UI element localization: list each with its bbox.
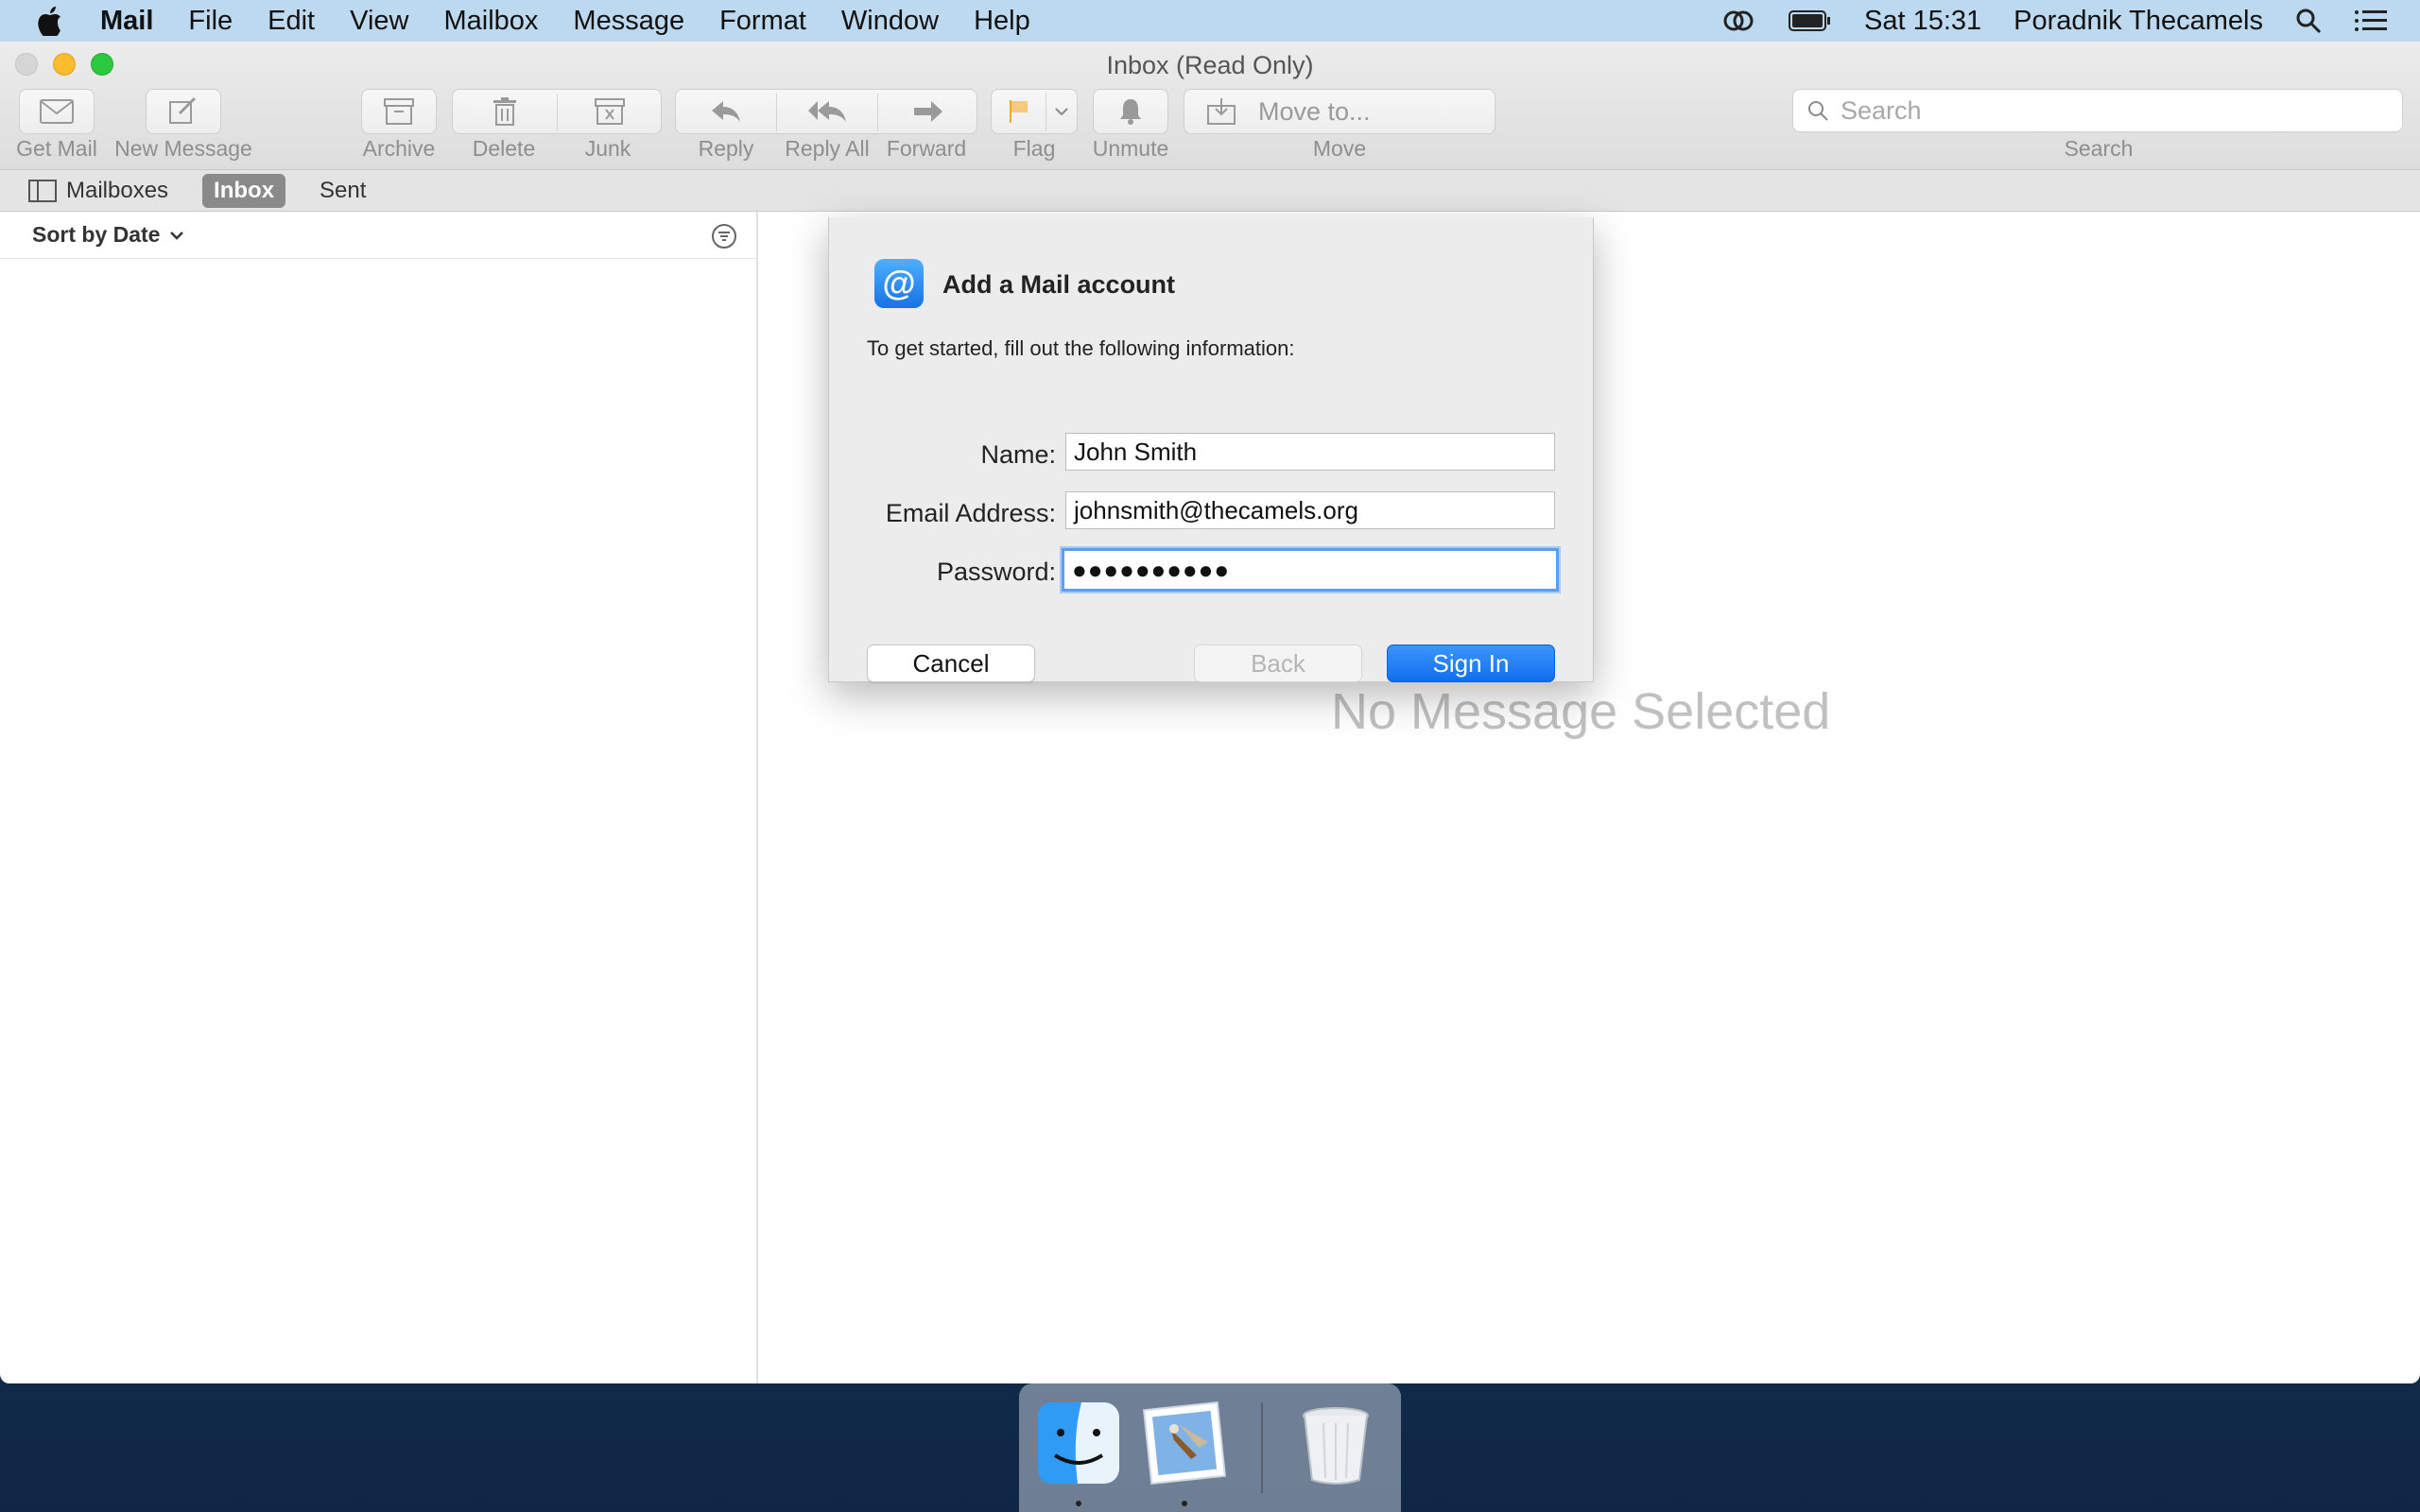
sidebar-icon [28, 179, 57, 202]
junk-button[interactable] [558, 90, 662, 133]
reply-label: Reply [698, 136, 754, 161]
dialog-title: Add a Mail account [942, 270, 1176, 299]
menu-help[interactable]: Help [974, 6, 1030, 37]
email-field[interactable]: johnsmith@thecamels.org [1065, 491, 1555, 529]
envelope-icon [40, 99, 74, 124]
delete-label: Delete [472, 136, 536, 161]
favorite-inbox[interactable]: Inbox [202, 173, 286, 208]
menu-clock[interactable]: Sat 15:31 [1864, 6, 1981, 37]
menu-format[interactable]: Format [719, 6, 806, 37]
unmute-button[interactable] [1093, 89, 1168, 134]
sort-label: Sort by Date [32, 222, 161, 247]
trash-icon[interactable] [1293, 1400, 1378, 1486]
forward-icon [914, 101, 942, 122]
cancel-button[interactable]: Cancel [867, 644, 1035, 682]
reply-all-label: Reply All [785, 136, 870, 161]
menu-view[interactable]: View [350, 6, 408, 37]
menu-file[interactable]: File [188, 6, 233, 37]
password-field[interactable]: ●●●●●●●●●● [1062, 548, 1559, 592]
password-value: ●●●●●●●●●● [1072, 555, 1231, 584]
name-label: Name: [980, 440, 1056, 469]
reply-all-icon [808, 101, 846, 122]
delete-button[interactable] [453, 90, 557, 133]
menu-message[interactable]: Message [573, 6, 684, 37]
sort-by-date-button[interactable]: Sort by Date [32, 222, 184, 248]
dock-separator [1261, 1402, 1263, 1493]
move-to-placeholder: Move to... [1258, 96, 1371, 126]
favorites-bar: Mailboxes Inbox Sent [0, 170, 2420, 212]
unmute-label: Unmute [1092, 136, 1169, 161]
archive-icon [384, 98, 414, 125]
new-message-label: New Message [114, 136, 252, 161]
search-placeholder: Search [1841, 95, 1922, 125]
flag-button[interactable] [991, 89, 1078, 134]
sort-bar: Sort by Date [0, 212, 756, 259]
mail-window: Inbox (Read Only) Get Mail New Message A… [0, 42, 2420, 1383]
spotlight-icon[interactable] [2295, 8, 2322, 34]
get-mail-button[interactable] [19, 89, 95, 134]
search-icon [1808, 101, 1828, 121]
name-field[interactable]: John Smith [1065, 433, 1555, 471]
password-label: Password: [936, 558, 1056, 586]
menu-edit[interactable]: Edit [268, 6, 315, 37]
battery-icon[interactable] [1789, 9, 1832, 32]
sign-in-button[interactable]: Sign In [1387, 644, 1555, 682]
running-indicator [1182, 1501, 1187, 1506]
forward-label: Forward [886, 136, 967, 161]
dock [1019, 1383, 1401, 1512]
mail-icon[interactable] [1142, 1400, 1227, 1486]
junk-icon [595, 98, 625, 125]
bell-icon [1120, 99, 1141, 125]
archive-label: Archive [362, 136, 436, 161]
mailboxes-button[interactable]: Mailboxes [17, 174, 180, 208]
favorite-sent[interactable]: Sent [308, 174, 377, 208]
move-to-button[interactable]: Move to... [1184, 89, 1495, 134]
flag-label: Flag [1012, 136, 1056, 161]
move-label: Move [1312, 136, 1367, 161]
menu-mail[interactable]: Mail [100, 6, 153, 37]
mailboxes-label: Mailboxes [66, 177, 169, 203]
compose-icon [169, 96, 197, 124]
trash-icon [493, 97, 516, 126]
reply-button[interactable] [676, 90, 776, 133]
toolbar: Inbox (Read Only) Get Mail New Message A… [0, 42, 2420, 170]
get-mail-label: Get Mail [16, 136, 97, 161]
chevron-down-icon[interactable] [1046, 107, 1077, 116]
email-value: johnsmith@thecamels.org [1074, 495, 1358, 524]
back-button[interactable]: Back [1194, 644, 1362, 682]
reply-group [675, 89, 977, 134]
flag-icon [1009, 100, 1028, 123]
new-message-button[interactable] [146, 89, 221, 134]
no-message-selected: No Message Selected [1331, 683, 1831, 740]
name-value: John Smith [1074, 437, 1198, 466]
archive-button[interactable] [361, 89, 437, 134]
menu-mailbox[interactable]: Mailbox [443, 6, 538, 37]
delete-junk-group [452, 89, 662, 134]
search-label: Search [2064, 136, 2134, 161]
dialog-subtitle: To get started, fill out the following i… [867, 336, 1295, 360]
creative-cloud-icon[interactable] [1720, 8, 1756, 34]
junk-label: Junk [584, 136, 631, 161]
search-input[interactable]: Search [1792, 89, 2403, 132]
filter-icon[interactable] [711, 223, 737, 255]
forward-button[interactable] [878, 90, 978, 133]
pane-divider[interactable] [756, 212, 758, 1383]
finder-icon[interactable] [1036, 1400, 1121, 1486]
menu-user[interactable]: Poradnik Thecamels [2014, 6, 2263, 37]
chevron-down-icon [170, 231, 184, 240]
add-account-dialog: @ Add a Mail account To get started, fil… [828, 217, 1594, 682]
at-sign-icon: @ [874, 259, 924, 308]
apple-icon[interactable] [36, 6, 74, 36]
email-label: Email Address: [885, 499, 1056, 527]
notification-center-icon[interactable] [2354, 9, 2388, 33]
reply-all-button[interactable] [777, 90, 877, 133]
move-to-icon [1207, 98, 1236, 125]
menu-bar: Mail File Edit View Mailbox Message Form… [0, 0, 2420, 42]
running-indicator [1076, 1501, 1081, 1506]
reply-icon [712, 101, 740, 122]
menu-window[interactable]: Window [841, 6, 939, 37]
window-title: Inbox (Read Only) [1106, 51, 1314, 79]
